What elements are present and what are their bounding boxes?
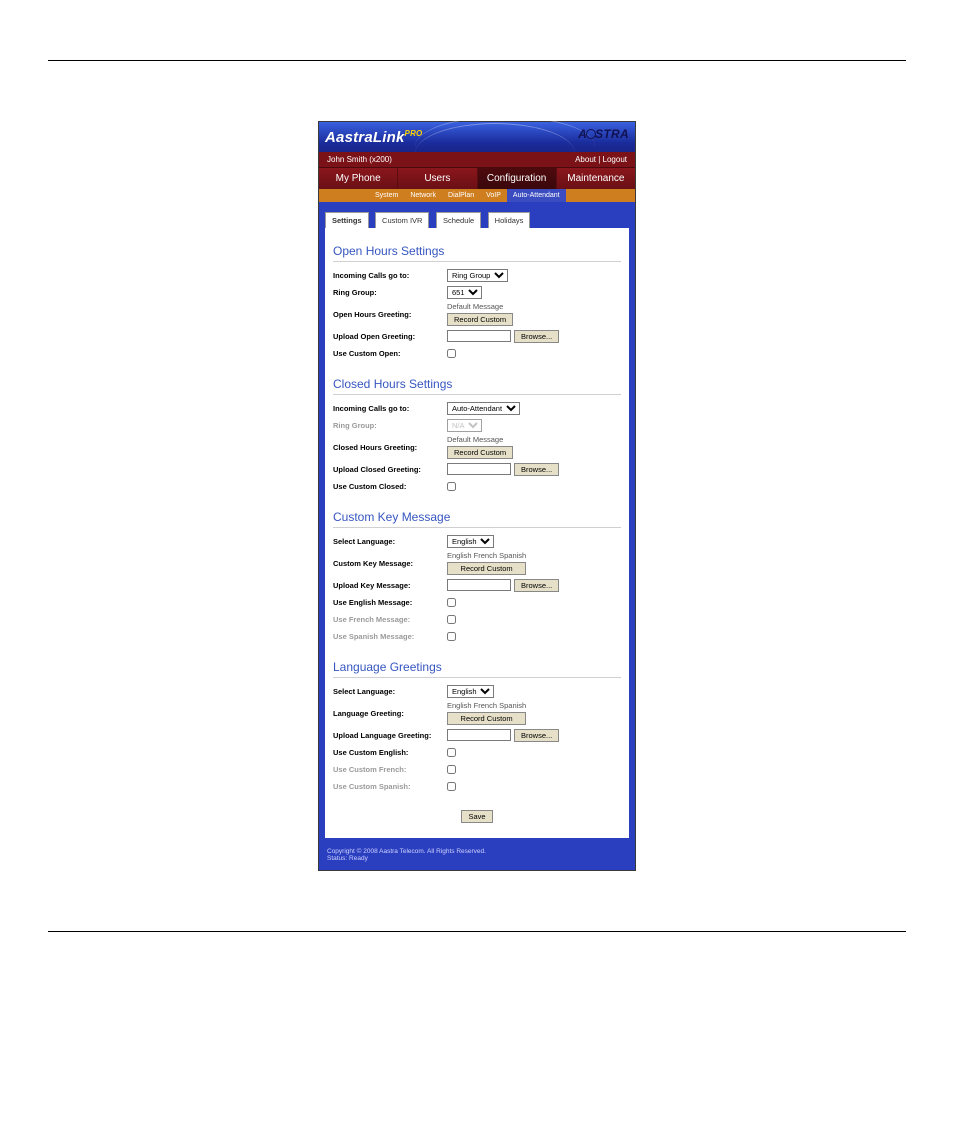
record-open-greeting-button[interactable]: Record Custom: [447, 313, 513, 326]
checkbox-use-custom-en[interactable]: [447, 748, 456, 757]
inner-tabs: Settings Custom IVR Schedule Holidays: [319, 202, 635, 228]
save-button[interactable]: Save: [461, 810, 492, 823]
browse-lg-button[interactable]: Browse...: [514, 729, 559, 742]
label-upload-lg: Upload Language Greeting:: [333, 731, 447, 740]
select-closed-ringgroup: N/A: [447, 419, 482, 432]
select-open-incoming[interactable]: Ring Group: [447, 269, 508, 282]
app-frame: AastraLinkPRO ASTRA John Smith (x200) Ab…: [318, 121, 636, 871]
label-lg-lang: Select Language:: [333, 687, 447, 696]
sub-nav: System Network DialPlan VoIP Auto-Attend…: [319, 189, 635, 202]
subnav-system[interactable]: System: [369, 189, 404, 202]
browse-closed-button[interactable]: Browse...: [514, 463, 559, 476]
heading-closed-hours: Closed Hours Settings: [333, 373, 621, 395]
checkbox-use-custom-fr[interactable]: [447, 765, 456, 774]
brand-logo: ASTRA: [578, 127, 629, 141]
browse-ck-button[interactable]: Browse...: [514, 579, 559, 592]
banner: AastraLinkPRO ASTRA: [319, 122, 635, 152]
innertab-holidays[interactable]: Holidays: [488, 212, 531, 228]
label-use-en-msg: Use English Message:: [333, 598, 447, 607]
label-closed-greeting: Closed Hours Greeting:: [333, 443, 447, 452]
top-rule: [48, 60, 906, 61]
record-ck-button[interactable]: Record Custom: [447, 562, 526, 575]
subnav-network[interactable]: Network: [404, 189, 442, 202]
app-title-main: AastraLink: [325, 129, 405, 146]
subnav-voip[interactable]: VoIP: [480, 189, 507, 202]
tab-my-phone[interactable]: My Phone: [319, 168, 398, 189]
browse-open-button[interactable]: Browse...: [514, 330, 559, 343]
innertab-custom-ivr[interactable]: Custom IVR: [375, 212, 429, 228]
checkbox-use-es-msg[interactable]: [447, 632, 456, 641]
checkbox-use-custom-es[interactable]: [447, 782, 456, 791]
label-upload-closed: Upload Closed Greeting:: [333, 465, 447, 474]
innertab-schedule[interactable]: Schedule: [436, 212, 481, 228]
lg-greet-default: English French Spanish: [447, 701, 526, 710]
label-use-custom-open: Use Custom Open:: [333, 349, 447, 358]
checkbox-use-en-msg[interactable]: [447, 598, 456, 607]
subnav-dialplan[interactable]: DialPlan: [442, 189, 480, 202]
select-ck-lang[interactable]: English: [447, 535, 494, 548]
footer: Copyright © 2008 Aastra Telecom. All Rig…: [319, 844, 635, 870]
label-use-custom-es: Use Custom Spanish:: [333, 782, 447, 791]
label-use-custom-closed: Use Custom Closed:: [333, 482, 447, 491]
checkbox-use-custom-open[interactable]: [447, 349, 456, 358]
label-lg-greet: Language Greeting:: [333, 709, 447, 718]
current-user: John Smith (x200): [327, 155, 392, 164]
label-use-custom-fr: Use Custom French:: [333, 765, 447, 774]
label-upload-open: Upload Open Greeting:: [333, 332, 447, 341]
checkbox-use-fr-msg[interactable]: [447, 615, 456, 624]
ck-msg-default: English French Spanish: [447, 551, 526, 560]
subnav-auto-attendant[interactable]: Auto-Attendant: [507, 189, 566, 202]
closed-greeting-default: Default Message: [447, 435, 513, 444]
label-use-es-msg: Use Spanish Message:: [333, 632, 447, 641]
decorative-swoosh: [445, 128, 565, 154]
heading-open-hours: Open Hours Settings: [333, 240, 621, 262]
footer-copyright: Copyright © 2008 Aastra Telecom. All Rig…: [327, 848, 627, 855]
settings-panel: Open Hours Settings Incoming Calls go to…: [325, 228, 629, 838]
label-use-fr-msg: Use French Message:: [333, 615, 447, 624]
upload-ck-path[interactable]: [447, 579, 511, 591]
footer-status: Status: Ready: [327, 855, 627, 862]
upload-open-path[interactable]: [447, 330, 511, 342]
innertab-settings[interactable]: Settings: [325, 212, 369, 228]
checkbox-use-custom-closed[interactable]: [447, 482, 456, 491]
bottom-rule: [48, 931, 906, 932]
select-closed-incoming[interactable]: Auto-Attendant: [447, 402, 520, 415]
select-lg-lang[interactable]: English: [447, 685, 494, 698]
upload-lg-path[interactable]: [447, 729, 511, 741]
app-title: AastraLinkPRO: [325, 129, 422, 146]
label-open-ringgroup: Ring Group:: [333, 288, 447, 297]
select-open-ringgroup[interactable]: 651: [447, 286, 482, 299]
label-ck-lang: Select Language:: [333, 537, 447, 546]
label-closed-incoming: Incoming Calls go to:: [333, 404, 447, 413]
label-open-greeting: Open Hours Greeting:: [333, 310, 447, 319]
upload-closed-path[interactable]: [447, 463, 511, 475]
heading-lang-greetings: Language Greetings: [333, 656, 621, 678]
label-upload-ck: Upload Key Message:: [333, 581, 447, 590]
label-use-custom-en: Use Custom English:: [333, 748, 447, 757]
label-closed-ringgroup: Ring Group:: [333, 421, 447, 430]
tab-maintenance[interactable]: Maintenance: [557, 168, 635, 189]
label-open-incoming: Incoming Calls go to:: [333, 271, 447, 280]
heading-custom-key: Custom Key Message: [333, 506, 621, 528]
record-lg-button[interactable]: Record Custom: [447, 712, 526, 725]
label-ck-msg: Custom Key Message:: [333, 559, 447, 568]
open-greeting-default: Default Message: [447, 302, 513, 311]
record-closed-greeting-button[interactable]: Record Custom: [447, 446, 513, 459]
